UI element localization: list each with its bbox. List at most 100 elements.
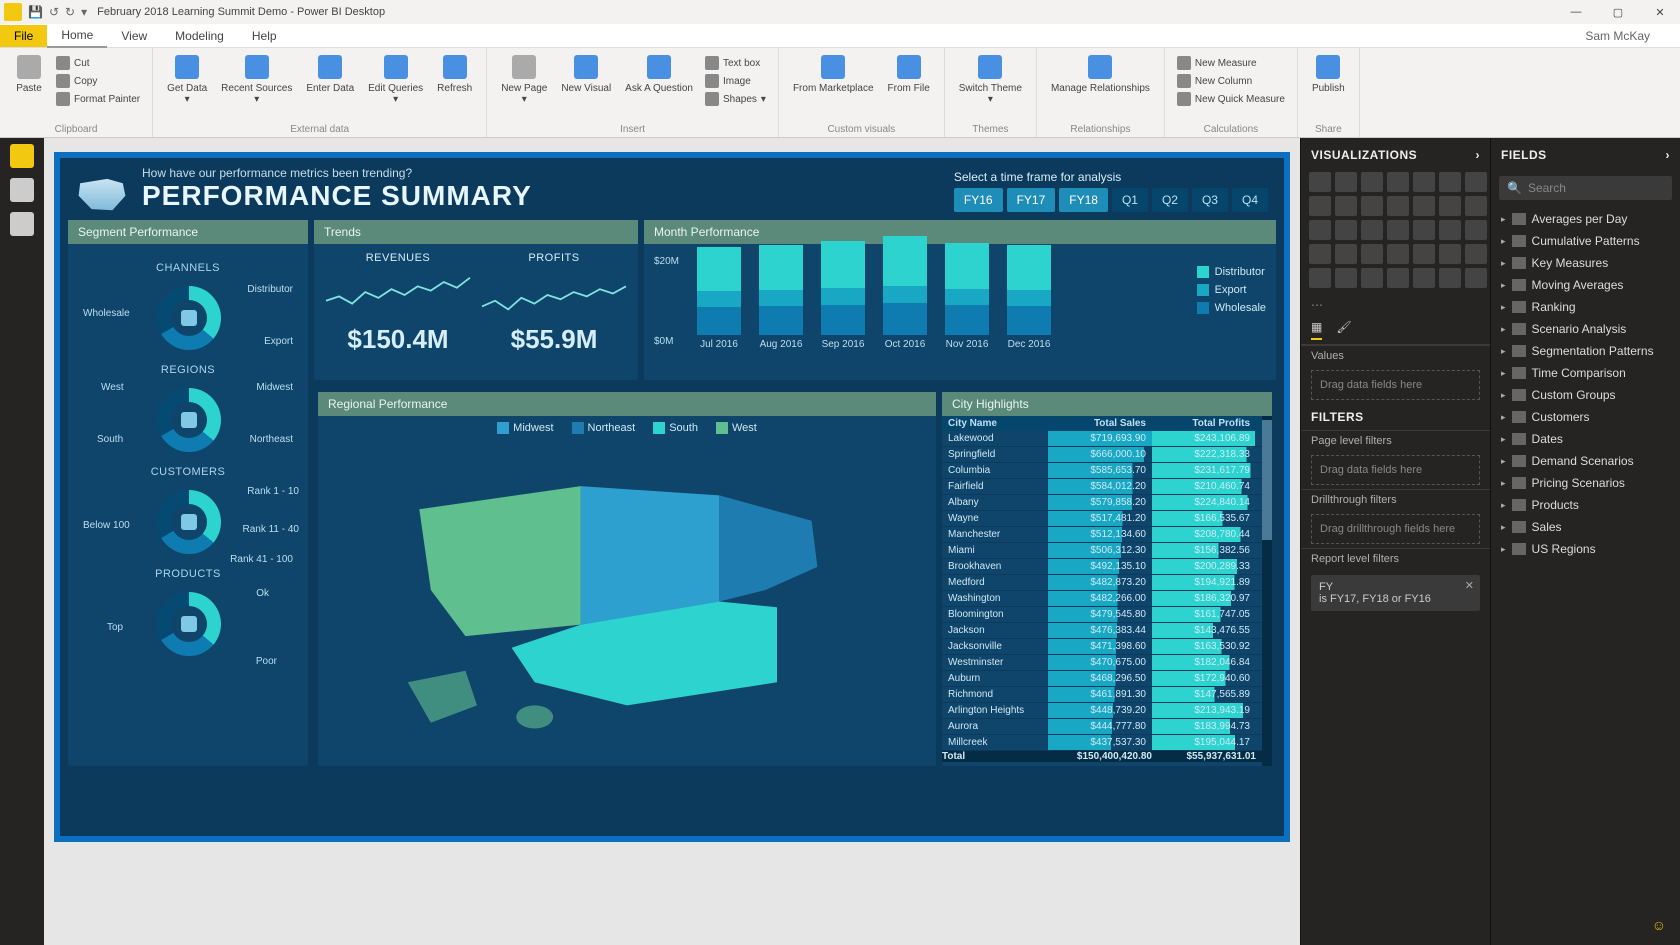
viz-type-icon[interactable] bbox=[1335, 244, 1357, 264]
format-painter-button[interactable]: Format Painter bbox=[52, 91, 144, 107]
donut-channels[interactable] bbox=[157, 286, 221, 350]
viz-type-icon[interactable] bbox=[1413, 172, 1435, 192]
legend-item[interactable]: Wholesale bbox=[1197, 302, 1266, 314]
from-file-button[interactable]: From File bbox=[882, 51, 936, 98]
viz-type-icon[interactable] bbox=[1361, 244, 1383, 264]
timeframe-button-q4[interactable]: Q4 bbox=[1232, 188, 1268, 212]
copy-button[interactable]: Copy bbox=[52, 73, 144, 89]
viz-type-icon[interactable] bbox=[1439, 172, 1461, 192]
user-name[interactable]: Sam McKay bbox=[1585, 29, 1650, 43]
new-quick-measure-button[interactable]: New Quick Measure bbox=[1173, 91, 1289, 107]
viz-type-icon[interactable] bbox=[1335, 268, 1357, 288]
donut-products[interactable] bbox=[157, 592, 221, 656]
city-row[interactable]: Lakewood$719,693.90$243,106.89 bbox=[942, 431, 1272, 447]
view-tab[interactable]: View bbox=[107, 25, 161, 47]
viz-type-icon[interactable] bbox=[1387, 244, 1409, 264]
field-table-item[interactable]: ▸Custom Groups bbox=[1499, 384, 1672, 406]
city-row[interactable]: Jacksonville$471,398.60$163,530.92 bbox=[942, 639, 1272, 655]
viz-type-icon[interactable] bbox=[1465, 172, 1487, 192]
viz-type-icon[interactable] bbox=[1309, 268, 1331, 288]
viz-type-icon[interactable] bbox=[1413, 220, 1435, 240]
new-column-button[interactable]: New Column bbox=[1173, 73, 1289, 89]
timeframe-button-fy17[interactable]: FY17 bbox=[1007, 188, 1056, 212]
timeframe-button-q3[interactable]: Q3 bbox=[1192, 188, 1228, 212]
qat-undo-icon[interactable]: ↺ bbox=[49, 5, 59, 19]
viz-type-icon[interactable] bbox=[1413, 244, 1435, 264]
us-choropleth-map[interactable] bbox=[326, 440, 928, 740]
field-table-item[interactable]: ▸Time Comparison bbox=[1499, 362, 1672, 384]
col-city[interactable]: City Name bbox=[942, 416, 1048, 431]
viz-type-icon[interactable] bbox=[1439, 268, 1461, 288]
timeframe-button-fy16[interactable]: FY16 bbox=[954, 188, 1003, 212]
city-row[interactable]: Bloomington$479,545.80$161,747.05 bbox=[942, 607, 1272, 623]
city-row[interactable]: Springfield$666,000.10$222,318.33 bbox=[942, 447, 1272, 463]
month-bar[interactable]: Sep 2016 bbox=[818, 241, 868, 350]
viz-type-icon[interactable] bbox=[1465, 268, 1487, 288]
field-table-item[interactable]: ▸Ranking bbox=[1499, 296, 1672, 318]
recent-sources-button[interactable]: Recent Sources▾ bbox=[215, 51, 298, 109]
image-button[interactable]: Image bbox=[701, 73, 770, 89]
paste-button[interactable]: Paste bbox=[8, 51, 50, 98]
fields-tab-icon[interactable]: ▦ bbox=[1311, 320, 1322, 340]
qat-dropdown-icon[interactable]: ▾ bbox=[81, 5, 87, 19]
viz-type-icon[interactable] bbox=[1387, 196, 1409, 216]
switch-theme-button[interactable]: Switch Theme▾ bbox=[953, 51, 1028, 109]
viz-type-icon[interactable] bbox=[1309, 196, 1331, 216]
legend-item[interactable]: Export bbox=[1197, 284, 1266, 296]
map-legend-item[interactable]: West bbox=[716, 422, 757, 434]
edit-queries-button[interactable]: Edit Queries▾ bbox=[362, 51, 429, 109]
viz-type-icon[interactable] bbox=[1387, 220, 1409, 240]
viz-type-icon[interactable] bbox=[1361, 220, 1383, 240]
window-minimize-button[interactable]: — bbox=[1556, 6, 1596, 19]
viz-type-icon[interactable] bbox=[1309, 244, 1331, 264]
month-bar[interactable]: Dec 2016 bbox=[1004, 245, 1054, 350]
viz-type-icon[interactable] bbox=[1309, 220, 1331, 240]
viz-type-icon[interactable] bbox=[1361, 172, 1383, 192]
new-visual-button[interactable]: New Visual bbox=[555, 51, 617, 98]
city-row[interactable]: Jackson$476,383.44$143,476.55 bbox=[942, 623, 1272, 639]
viz-type-icon[interactable] bbox=[1465, 220, 1487, 240]
fields-search[interactable]: 🔍 Search bbox=[1499, 176, 1672, 200]
city-row[interactable]: Richmond$461,891.30$147,565.89 bbox=[942, 687, 1272, 703]
city-row[interactable]: Wayne$517,481.20$166,535.67 bbox=[942, 511, 1272, 527]
remove-filter-icon[interactable]: ✕ bbox=[1465, 579, 1474, 592]
city-row[interactable]: Albany$579,858.20$224,840.14 bbox=[942, 495, 1272, 511]
viz-type-icon[interactable] bbox=[1361, 196, 1383, 216]
viz-type-icon[interactable] bbox=[1361, 268, 1383, 288]
col-profits[interactable]: Total Profits bbox=[1152, 416, 1256, 431]
city-row[interactable]: Miami$506,312.30$156,382.56 bbox=[942, 543, 1272, 559]
field-table-item[interactable]: ▸Pricing Scenarios bbox=[1499, 472, 1672, 494]
report-canvas[interactable]: How have our performance metrics been tr… bbox=[44, 138, 1300, 945]
city-row[interactable]: Millcreek$437,537.30$195,044.17 bbox=[942, 735, 1272, 751]
col-sales[interactable]: Total Sales bbox=[1048, 416, 1152, 431]
manage-relationships-button[interactable]: Manage Relationships bbox=[1045, 51, 1156, 98]
window-maximize-button[interactable]: ▢ bbox=[1598, 6, 1638, 19]
field-table-item[interactable]: ▸Cumulative Patterns bbox=[1499, 230, 1672, 252]
viz-type-icon[interactable] bbox=[1439, 220, 1461, 240]
donut-regions[interactable] bbox=[157, 388, 221, 452]
drill-filters-drop[interactable]: Drag drillthrough fields here bbox=[1311, 514, 1480, 544]
month-bar[interactable]: Jul 2016 bbox=[694, 247, 744, 350]
city-row[interactable]: Westminster$470,675.00$182,046.84 bbox=[942, 655, 1272, 671]
timeframe-button-fy18[interactable]: FY18 bbox=[1059, 188, 1108, 212]
field-table-item[interactable]: ▸Products bbox=[1499, 494, 1672, 516]
viz-type-icon[interactable] bbox=[1465, 196, 1487, 216]
collapse-icon[interactable]: › bbox=[1666, 148, 1671, 162]
month-bar[interactable]: Oct 2016 bbox=[880, 236, 930, 350]
filter-chip-fy[interactable]: FY is FY17, FY18 or FY16 ✕ bbox=[1311, 575, 1480, 611]
modeling-tab[interactable]: Modeling bbox=[161, 25, 238, 47]
cut-button[interactable]: Cut bbox=[52, 55, 144, 71]
from-marketplace-button[interactable]: From Marketplace bbox=[787, 51, 880, 98]
donut-customers[interactable] bbox=[157, 490, 221, 554]
viz-type-icon[interactable] bbox=[1439, 196, 1461, 216]
viz-type-icon[interactable] bbox=[1309, 172, 1331, 192]
new-page-button[interactable]: New Page▾ bbox=[495, 51, 553, 109]
map-legend-item[interactable]: Midwest bbox=[497, 422, 553, 434]
city-row[interactable]: Fairfield$584,012.20$210,460.74 bbox=[942, 479, 1272, 495]
city-row[interactable]: Auburn$468,296.50$172,940.60 bbox=[942, 671, 1272, 687]
qat-save-icon[interactable]: 💾 bbox=[28, 5, 43, 19]
field-table-item[interactable]: ▸Sales bbox=[1499, 516, 1672, 538]
field-table-item[interactable]: ▸Dates bbox=[1499, 428, 1672, 450]
month-bar[interactable]: Aug 2016 bbox=[756, 245, 806, 350]
field-table-item[interactable]: ▸Scenario Analysis bbox=[1499, 318, 1672, 340]
